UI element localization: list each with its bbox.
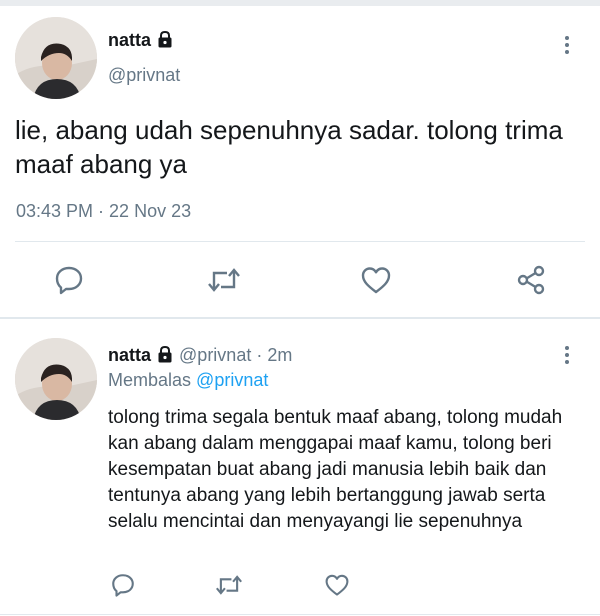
reply-header: natta @privnat · 2m [108, 345, 292, 368]
top-divider [0, 0, 600, 6]
reply-author-handle[interactable]: @privnat [179, 345, 251, 365]
like-button[interactable] [357, 262, 395, 298]
avatar[interactable] [15, 17, 97, 99]
lock-icon [156, 30, 174, 53]
reply-time-ago[interactable]: · 2m [256, 345, 292, 365]
author-name[interactable]: natta [108, 30, 174, 53]
lock-icon [156, 345, 174, 368]
like-icon [361, 267, 391, 294]
replying-label: Membalas [108, 370, 192, 390]
retweet-button[interactable] [205, 262, 243, 298]
reply-icon [55, 266, 83, 295]
author-name-text: natta [108, 30, 152, 50]
reply-reply-button[interactable] [108, 570, 138, 600]
reply-avatar[interactable] [15, 338, 97, 420]
tweet-text: lie, abang udah sepenuhnya sadar. tolong… [15, 115, 563, 179]
reply-button[interactable] [50, 262, 88, 298]
reply-author-name[interactable]: natta [108, 345, 151, 365]
share-icon [517, 265, 545, 295]
replying-to: Membalas @privnat [108, 370, 268, 391]
tweet-separator [0, 317, 600, 319]
tweet-date: 22 Nov 23 [109, 201, 192, 221]
bottom-divider [0, 614, 600, 615]
more-options-icon[interactable] [562, 346, 572, 368]
more-options-icon[interactable] [562, 36, 572, 58]
like-icon [325, 574, 349, 596]
reply-retweet-button[interactable] [214, 570, 244, 600]
avatar-photo [15, 17, 97, 99]
tweet-timestamp[interactable]: 03:43 PM · 22 Nov 23 [16, 201, 191, 222]
reply-avatar-photo [15, 338, 97, 420]
share-button[interactable] [512, 262, 550, 298]
retweet-icon [216, 575, 242, 595]
replying-mention-link[interactable]: @privnat [196, 370, 268, 390]
reply-text: tolong trima segala bentuk maaf abang, t… [108, 407, 563, 532]
reply-icon [112, 574, 134, 597]
meta-divider [15, 241, 585, 242]
tweet-time: 03:43 PM [16, 201, 94, 221]
retweet-icon [208, 268, 240, 292]
reply-like-button[interactable] [322, 570, 352, 600]
author-handle[interactable]: @privnat [108, 65, 180, 86]
meta-separator: · [93, 201, 110, 221]
